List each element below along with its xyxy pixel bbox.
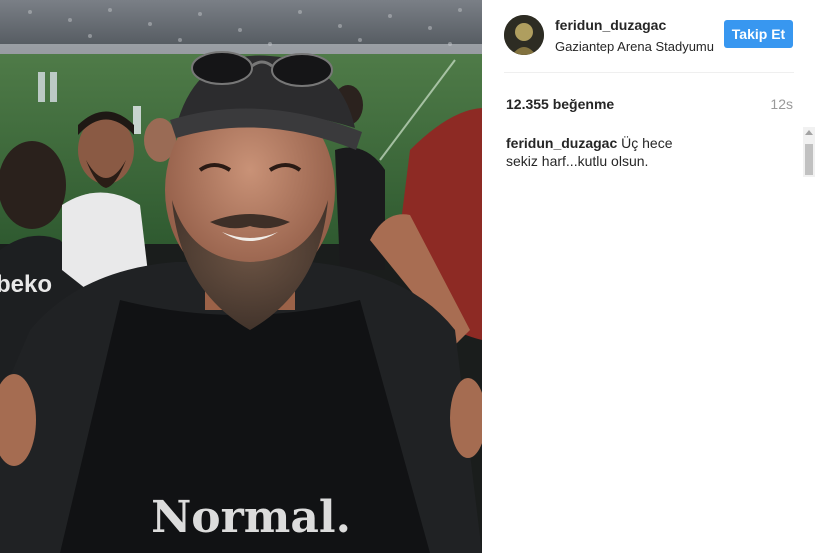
caption-username-link[interactable]: feridun_duzagac: [506, 135, 617, 151]
photo-scene: beko Normal.: [0, 0, 482, 553]
avatar-icon[interactable]: [504, 15, 544, 55]
player-left-head: [0, 141, 66, 229]
header-divider: [504, 72, 794, 73]
scroll-up-arrow-icon[interactable]: [805, 130, 813, 135]
post-header: feridun_duzagac Gaziantep Arena Stadyumu…: [504, 13, 796, 59]
stadium-ad-boards: [0, 44, 482, 54]
username-link[interactable]: feridun_duzagac: [555, 17, 666, 33]
banner-text: beko: [0, 271, 52, 298]
avatar-image: [504, 15, 544, 55]
post-side-panel: feridun_duzagac Gaziantep Arena Stadyumu…: [482, 0, 815, 553]
likes-count[interactable]: 12.355 beğenme: [506, 96, 614, 112]
location-link[interactable]: Gaziantep Arena Stadyumu: [555, 39, 715, 54]
post-time: 12s: [770, 96, 793, 112]
person-suit: [335, 147, 385, 270]
sunglasses: [191, 51, 253, 85]
post-photo[interactable]: beko Normal.: [0, 0, 482, 553]
follow-button[interactable]: Takip Et: [724, 20, 793, 48]
comments-scrollbar[interactable]: [803, 127, 815, 177]
post-caption: feridun_duzagac Üç hece sekiz harf...kut…: [506, 134, 702, 170]
shirt-text: Normal.: [151, 492, 351, 543]
scroll-thumb[interactable]: [805, 144, 813, 175]
